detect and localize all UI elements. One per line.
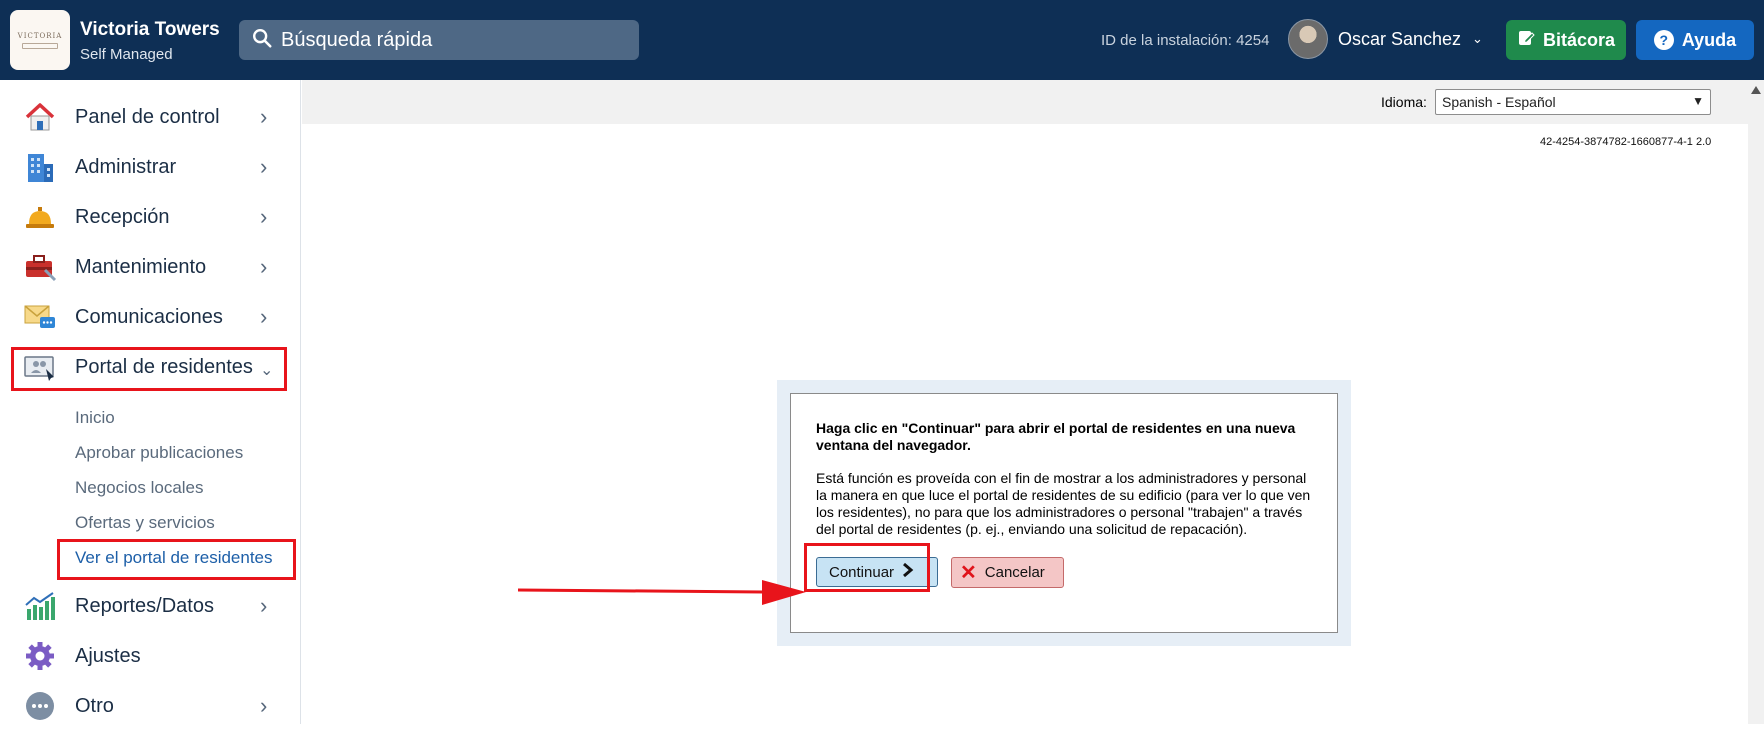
sidebar-item-label: Panel de control: [75, 105, 220, 128]
logo-mark: [22, 42, 58, 49]
search-icon: [251, 27, 273, 54]
chevron-right-icon: ›: [260, 693, 268, 718]
chevron-right-icon: ›: [260, 593, 268, 618]
installation-id: ID de la instalación: 4254: [1101, 32, 1270, 49]
gear-icon: [22, 639, 58, 673]
sidebar-item-comunicaciones[interactable]: Comunicaciones ›: [0, 292, 300, 342]
chevron-right-icon: ›: [260, 154, 268, 179]
subitem-inicio[interactable]: Inicio: [75, 408, 115, 428]
annotation-arrow: [517, 578, 818, 617]
sidebar-item-label: Comunicaciones: [75, 305, 223, 328]
house-icon: [22, 100, 58, 134]
avatar[interactable]: [1288, 19, 1328, 59]
scroll-up-arrow-icon[interactable]: [1751, 86, 1761, 94]
dialog-title: Haga clic en "Continuar" para abrir el p…: [816, 420, 1296, 453]
org-name: Victoria Towers: [80, 19, 220, 40]
search-input[interactable]: Búsqueda rápida: [239, 20, 639, 60]
chevron-right-icon: ›: [260, 204, 268, 229]
notebook-edit-icon: [1517, 29, 1535, 52]
chart-icon: [22, 589, 58, 623]
search-placeholder: Búsqueda rápida: [281, 28, 433, 51]
sidebar: Panel de control › Administrar › Recepci…: [0, 80, 301, 724]
dialog-body: Está función es proveída con el fin de m…: [816, 470, 1311, 537]
highlight-box-portal: [11, 347, 287, 391]
more-icon: [22, 689, 58, 723]
sidebar-item-label: Recepción: [75, 205, 170, 228]
scrollbar[interactable]: [1748, 80, 1764, 724]
sidebar-item-label: Ajustes: [75, 644, 141, 667]
mail-chat-icon: [22, 300, 58, 334]
bell-icon: [22, 200, 58, 234]
question-icon: ?: [1653, 30, 1674, 50]
building-icon: [22, 150, 58, 184]
reference-code: 42-4254-3874782-1660877-4-1 2.0: [1540, 136, 1712, 148]
help-button[interactable]: ? Ayuda: [1636, 20, 1754, 60]
highlight-box-continue: [804, 543, 930, 592]
highlight-box-ver-portal: [57, 539, 296, 580]
sidebar-item-administrar[interactable]: Administrar ›: [0, 142, 300, 192]
dialog-box: Haga clic en "Continuar" para abrir el p…: [790, 393, 1338, 633]
user-name[interactable]: Oscar Sanchez: [1338, 29, 1461, 50]
help-label: Ayuda: [1681, 29, 1737, 50]
sidebar-item-label: Reportes/Datos: [75, 594, 214, 617]
sidebar-item-ajustes[interactable]: Ajustes: [0, 631, 300, 681]
sidebar-item-reportes-datos[interactable]: Reportes/Datos ›: [0, 581, 300, 631]
dialog-panel: Haga clic en "Continuar" para abrir el p…: [777, 380, 1351, 646]
toolbox-icon: [22, 250, 58, 284]
sidebar-item-recepcion[interactable]: Recepción ›: [0, 192, 300, 242]
close-icon: ✕: [960, 561, 977, 584]
sidebar-item-panel-de-control[interactable]: Panel de control ›: [0, 92, 300, 142]
subitem-ofertas-y-servicios[interactable]: Ofertas y servicios: [75, 513, 215, 533]
language-bar: Idioma: Spanish - Español ▼: [302, 80, 1748, 124]
sidebar-item-label: Otro: [75, 694, 114, 717]
cancel-label: Cancelar: [984, 564, 1045, 581]
sidebar-item-mantenimiento[interactable]: Mantenimiento ›: [0, 242, 300, 292]
language-label: Idioma:: [1381, 94, 1427, 110]
org-subtitle: Self Managed: [80, 46, 173, 63]
sidebar-item-label: Administrar: [75, 155, 177, 178]
subitem-aprobar-publicaciones[interactable]: Aprobar publicaciones: [75, 443, 243, 463]
bitacora-button[interactable]: Bitácora: [1506, 20, 1626, 60]
logo-text: VICTORIA: [17, 31, 63, 40]
sidebar-item-label: Mantenimiento: [75, 255, 207, 278]
subitem-negocios-locales[interactable]: Negocios locales: [75, 478, 204, 498]
chevron-right-icon: ›: [260, 104, 268, 129]
dropdown-arrow-icon: ▼: [1692, 94, 1704, 108]
chevron-down-icon[interactable]: ⌄: [1472, 31, 1483, 47]
bitacora-label: Bitácora: [1542, 29, 1616, 50]
language-select[interactable]: Spanish - Español ▼: [1435, 89, 1711, 115]
chevron-right-icon: ›: [260, 254, 268, 279]
cancel-button[interactable]: ✕ Cancelar: [951, 557, 1064, 588]
logo[interactable]: VICTORIA: [10, 10, 70, 70]
chevron-right-icon: ›: [260, 304, 268, 329]
top-bar: VICTORIA Victoria Towers Self Managed Bú…: [0, 0, 1764, 80]
language-value: Spanish - Español: [1442, 94, 1556, 110]
